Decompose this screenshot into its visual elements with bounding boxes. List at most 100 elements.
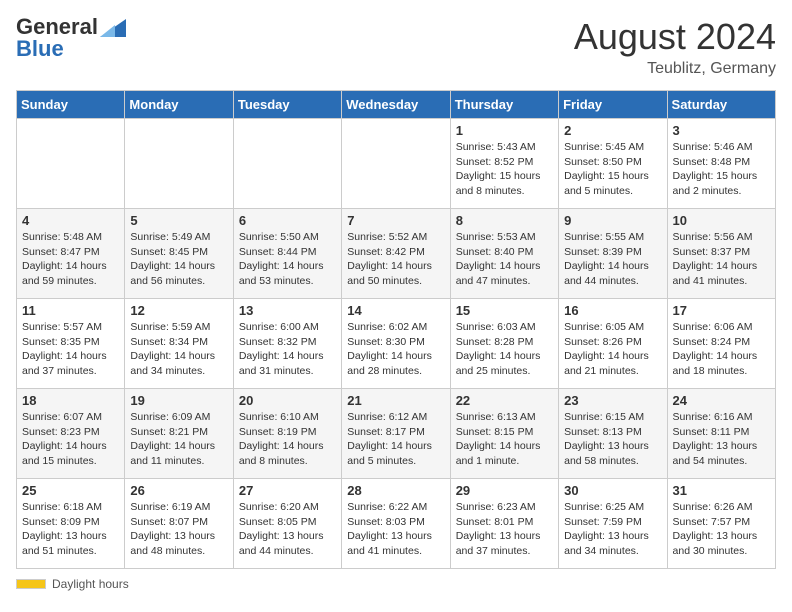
calendar-cell: [125, 119, 233, 209]
day-number: 29: [456, 483, 553, 498]
day-number: 19: [130, 393, 227, 408]
calendar-cell: 5 Sunrise: 5:49 AMSunset: 8:45 PMDaylight…: [125, 209, 233, 299]
legend-label: Daylight hours: [52, 577, 129, 591]
calendar-cell: 7 Sunrise: 5:52 AMSunset: 8:42 PMDaylight…: [342, 209, 450, 299]
day-number: 13: [239, 303, 336, 318]
day-number: 4: [22, 213, 119, 228]
calendar-cell: 27 Sunrise: 6:20 AMSunset: 8:05 PMDayligh…: [233, 479, 341, 569]
day-number: 26: [130, 483, 227, 498]
day-info: Sunrise: 6:10 AMSunset: 8:19 PMDaylight:…: [239, 410, 336, 469]
day-number: 10: [673, 213, 770, 228]
calendar-cell: 31 Sunrise: 6:26 AMSunset: 7:57 PMDayligh…: [667, 479, 775, 569]
day-info: Sunrise: 5:56 AMSunset: 8:37 PMDaylight:…: [673, 230, 770, 289]
legend: Daylight hours: [16, 577, 776, 591]
month-title: August 2024: [574, 16, 776, 58]
day-number: 24: [673, 393, 770, 408]
calendar-cell: 6 Sunrise: 5:50 AMSunset: 8:44 PMDaylight…: [233, 209, 341, 299]
title-area: August 2024 Teublitz, Germany: [574, 16, 776, 78]
legend-bar: [16, 579, 46, 589]
column-header-friday: Friday: [559, 91, 667, 119]
day-info: Sunrise: 5:46 AMSunset: 8:48 PMDaylight:…: [673, 140, 770, 199]
day-info: Sunrise: 6:00 AMSunset: 8:32 PMDaylight:…: [239, 320, 336, 379]
day-info: Sunrise: 6:03 AMSunset: 8:28 PMDaylight:…: [456, 320, 553, 379]
day-number: 6: [239, 213, 336, 228]
day-info: Sunrise: 5:50 AMSunset: 8:44 PMDaylight:…: [239, 230, 336, 289]
calendar-cell: 1 Sunrise: 5:43 AMSunset: 8:52 PMDaylight…: [450, 119, 558, 209]
day-number: 23: [564, 393, 661, 408]
calendar-cell: 28Sunrise: 6:22 AMSunset: 8:03 PMDayligh…: [342, 479, 450, 569]
day-info: Sunrise: 5:52 AMSunset: 8:42 PMDaylight:…: [347, 230, 444, 289]
day-info: Sunrise: 6:09 AMSunset: 8:21 PMDaylight:…: [130, 410, 227, 469]
day-info: Sunrise: 6:25 AMSunset: 7:59 PMDaylight:…: [564, 500, 661, 559]
calendar-cell: 19 Sunrise: 6:09 AMSunset: 8:21 PMDayligh…: [125, 389, 233, 479]
calendar-cell: 3 Sunrise: 5:46 AMSunset: 8:48 PMDaylight…: [667, 119, 775, 209]
calendar-cell: 30Sunrise: 6:25 AMSunset: 7:59 PMDayligh…: [559, 479, 667, 569]
calendar-cell: [233, 119, 341, 209]
day-number: 7: [347, 213, 444, 228]
day-number: 1: [456, 123, 553, 138]
calendar-week-row: 11 Sunrise: 5:57 AMSunset: 8:35 PMDayligh…: [17, 299, 776, 389]
calendar-cell: 29 Sunrise: 6:23 AMSunset: 8:01 PMDayligh…: [450, 479, 558, 569]
day-number: 3: [673, 123, 770, 138]
calendar-cell: 13 Sunrise: 6:00 AMSunset: 8:32 PMDayligh…: [233, 299, 341, 389]
day-info: Sunrise: 5:55 AMSunset: 8:39 PMDaylight:…: [564, 230, 661, 289]
day-info: Sunrise: 5:49 AMSunset: 8:45 PMDaylight:…: [130, 230, 227, 289]
calendar-cell: [342, 119, 450, 209]
day-info: Sunrise: 6:18 AMSunset: 8:09 PMDaylight:…: [22, 500, 119, 559]
day-number: 31: [673, 483, 770, 498]
day-info: Sunrise: 5:43 AMSunset: 8:52 PMDaylight:…: [456, 140, 553, 199]
calendar-cell: 14 Sunrise: 6:02 AMSunset: 8:30 PMDayligh…: [342, 299, 450, 389]
day-info: Sunrise: 6:02 AMSunset: 8:30 PMDaylight:…: [347, 320, 444, 379]
calendar-cell: 21 Sunrise: 6:12 AMSunset: 8:17 PMDayligh…: [342, 389, 450, 479]
logo-blue-text: Blue: [16, 36, 64, 62]
day-info: Sunrise: 5:59 AMSunset: 8:34 PMDaylight:…: [130, 320, 227, 379]
day-number: 14: [347, 303, 444, 318]
location-text: Teublitz, Germany: [574, 60, 776, 78]
calendar-cell: 18Sunrise: 6:07 AMSunset: 8:23 PMDayligh…: [17, 389, 125, 479]
day-number: 20: [239, 393, 336, 408]
day-info: Sunrise: 6:23 AMSunset: 8:01 PMDaylight:…: [456, 500, 553, 559]
column-header-thursday: Thursday: [450, 91, 558, 119]
calendar-cell: 15Sunrise: 6:03 AMSunset: 8:28 PMDayligh…: [450, 299, 558, 389]
day-info: Sunrise: 6:06 AMSunset: 8:24 PMDaylight:…: [673, 320, 770, 379]
calendar-cell: 24 Sunrise: 6:16 AMSunset: 8:11 PMDayligh…: [667, 389, 775, 479]
calendar-cell: 4 Sunrise: 5:48 AMSunset: 8:47 PMDaylight…: [17, 209, 125, 299]
day-info: Sunrise: 6:26 AMSunset: 7:57 PMDaylight:…: [673, 500, 770, 559]
logo-flag-icon: [100, 17, 126, 37]
day-number: 22: [456, 393, 553, 408]
logo-general-text: General: [16, 16, 98, 38]
calendar-cell: 8Sunrise: 5:53 AMSunset: 8:40 PMDaylight…: [450, 209, 558, 299]
day-number: 18: [22, 393, 119, 408]
day-number: 16: [564, 303, 661, 318]
calendar-cell: 17Sunrise: 6:06 AMSunset: 8:24 PMDayligh…: [667, 299, 775, 389]
column-header-tuesday: Tuesday: [233, 91, 341, 119]
day-info: Sunrise: 5:48 AMSunset: 8:47 PMDaylight:…: [22, 230, 119, 289]
day-info: Sunrise: 6:20 AMSunset: 8:05 PMDaylight:…: [239, 500, 336, 559]
day-number: 25: [22, 483, 119, 498]
calendar-header-row: SundayMondayTuesdayWednesdayThursdayFrid…: [17, 91, 776, 119]
calendar-week-row: 1 Sunrise: 5:43 AMSunset: 8:52 PMDaylight…: [17, 119, 776, 209]
column-header-monday: Monday: [125, 91, 233, 119]
day-info: Sunrise: 6:13 AMSunset: 8:15 PMDaylight:…: [456, 410, 553, 469]
logo: General Blue: [16, 16, 126, 62]
day-number: 27: [239, 483, 336, 498]
day-number: 5: [130, 213, 227, 228]
calendar-cell: 25 Sunrise: 6:18 AMSunset: 8:09 PMDayligh…: [17, 479, 125, 569]
day-number: 12: [130, 303, 227, 318]
calendar-cell: 12 Sunrise: 5:59 AMSunset: 8:34 PMDayligh…: [125, 299, 233, 389]
day-info: Sunrise: 6:22 AMSunset: 8:03 PMDaylight:…: [347, 500, 444, 559]
day-info: Sunrise: 6:12 AMSunset: 8:17 PMDaylight:…: [347, 410, 444, 469]
day-info: Sunrise: 5:57 AMSunset: 8:35 PMDaylight:…: [22, 320, 119, 379]
day-number: 11: [22, 303, 119, 318]
day-number: 21: [347, 393, 444, 408]
footer: Daylight hours: [16, 577, 776, 591]
calendar-week-row: 18Sunrise: 6:07 AMSunset: 8:23 PMDayligh…: [17, 389, 776, 479]
calendar-cell: 10 Sunrise: 5:56 AMSunset: 8:37 PMDayligh…: [667, 209, 775, 299]
column-header-saturday: Saturday: [667, 91, 775, 119]
calendar-table: SundayMondayTuesdayWednesdayThursdayFrid…: [16, 90, 776, 569]
day-info: Sunrise: 6:19 AMSunset: 8:07 PMDaylight:…: [130, 500, 227, 559]
column-header-wednesday: Wednesday: [342, 91, 450, 119]
day-info: Sunrise: 6:05 AMSunset: 8:26 PMDaylight:…: [564, 320, 661, 379]
column-header-sunday: Sunday: [17, 91, 125, 119]
day-info: Sunrise: 6:16 AMSunset: 8:11 PMDaylight:…: [673, 410, 770, 469]
